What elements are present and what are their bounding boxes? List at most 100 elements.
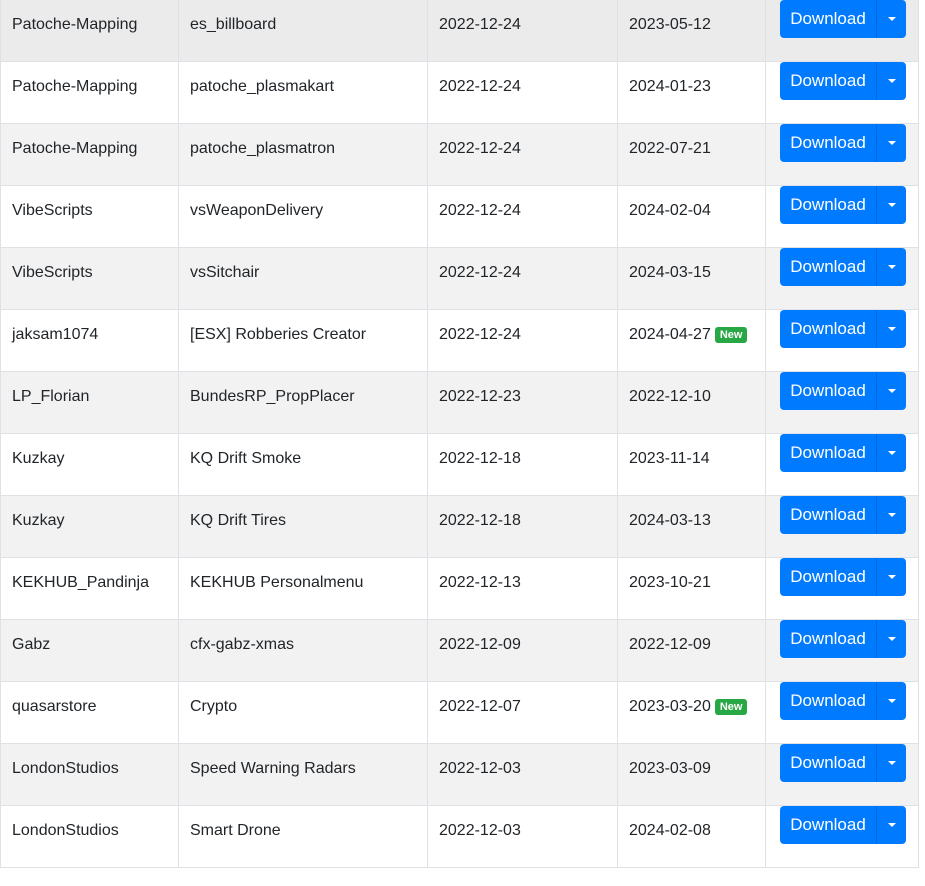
download-dropdown-toggle[interactable]: [876, 496, 906, 534]
author-cell: Patoche-Mapping: [0, 123, 179, 186]
action-cell: Download: [765, 433, 919, 496]
download-dropdown-toggle[interactable]: [876, 0, 906, 38]
download-dropdown-toggle[interactable]: [876, 310, 906, 348]
download-button[interactable]: Download: [780, 186, 876, 224]
download-button-group: Download: [780, 558, 906, 596]
download-button[interactable]: Download: [780, 372, 876, 410]
created-date: 2022-12-24: [439, 140, 521, 157]
updated-date-text: 2023-03-09: [629, 760, 711, 777]
updated-date: 2022-07-21: [618, 124, 765, 159]
created-date: 2022-12-03: [439, 760, 521, 777]
resource-name: cfx-gabz-xmas: [190, 636, 295, 653]
action-cell: Download: [765, 557, 919, 620]
author-name: Kuzkay: [12, 450, 65, 467]
table-row: LP_Florian BundesRP_PropPlacer 2022-12-2…: [0, 371, 919, 434]
download-dropdown-toggle[interactable]: [876, 434, 906, 472]
created-date: 2022-12-18: [439, 450, 521, 467]
author-name: quasarstore: [12, 698, 97, 715]
created-date-cell: 2022-12-23: [427, 371, 618, 434]
table-row: LondonStudios Smart Drone 2022-12-03 202…: [0, 805, 919, 868]
download-button-group: Download: [780, 496, 906, 534]
author-cell: LondonStudios: [0, 743, 179, 806]
author-cell: LP_Florian: [0, 371, 179, 434]
download-button-group: Download: [780, 620, 906, 658]
updated-date-cell: 2023-11-14: [617, 433, 766, 496]
download-button[interactable]: Download: [780, 124, 876, 162]
created-date: 2022-12-13: [439, 574, 521, 591]
table-row: Kuzkay KQ Drift Smoke 2022-12-18 2023-11…: [0, 433, 919, 496]
created-date-cell: 2022-12-24: [427, 0, 618, 62]
resource-name: Smart Drone: [190, 822, 281, 839]
caret-down-icon: [887, 141, 896, 145]
author-cell: Gabz: [0, 619, 179, 682]
download-dropdown-toggle[interactable]: [876, 124, 906, 162]
download-dropdown-toggle[interactable]: [876, 806, 906, 844]
download-button[interactable]: Download: [780, 682, 876, 720]
download-button[interactable]: Download: [780, 62, 876, 100]
resource-cell: KQ Drift Tires: [178, 495, 428, 558]
updated-date-cell: 2024-02-04: [617, 185, 766, 248]
action-cell: Download: [765, 61, 919, 124]
resource-name: es_billboard: [190, 16, 277, 33]
author-name: Kuzkay: [12, 512, 65, 529]
updated-date-text: 2024-02-08: [629, 822, 711, 839]
download-button[interactable]: Download: [780, 496, 876, 534]
updated-date: 2022-12-10: [618, 372, 765, 407]
download-button-group: Download: [780, 248, 906, 286]
updated-date-cell: 2023-10-21: [617, 557, 766, 620]
download-button-group: Download: [780, 0, 906, 38]
author-cell: LondonStudios: [0, 805, 179, 868]
created-date-cell: 2022-12-07: [427, 681, 618, 744]
download-dropdown-toggle[interactable]: [876, 248, 906, 286]
download-button[interactable]: Download: [780, 310, 876, 348]
download-button[interactable]: Download: [780, 248, 876, 286]
updated-date: 2023-11-14: [618, 434, 765, 469]
author-cell: VibeScripts: [0, 247, 179, 310]
created-date-cell: 2022-12-09: [427, 619, 618, 682]
download-button[interactable]: Download: [780, 744, 876, 782]
resource-name: [ESX] Robberies Creator: [190, 326, 367, 343]
download-button[interactable]: Download: [780, 0, 876, 38]
download-button[interactable]: Download: [780, 806, 876, 844]
download-dropdown-toggle[interactable]: [876, 744, 906, 782]
resource-cell: es_billboard: [178, 0, 428, 62]
download-dropdown-toggle[interactable]: [876, 620, 906, 658]
created-date-cell: 2022-12-18: [427, 433, 618, 496]
download-button-group: Download: [780, 310, 906, 348]
download-button[interactable]: Download: [780, 558, 876, 596]
updated-date: 2024-03-15: [618, 248, 765, 283]
updated-date-cell: 2024-03-15: [617, 247, 766, 310]
updated-date: 2024-03-13: [618, 496, 765, 531]
caret-down-icon: [887, 79, 896, 83]
updated-date: 2023-03-20 New: [618, 682, 765, 717]
download-dropdown-toggle[interactable]: [876, 62, 906, 100]
created-date-cell: 2022-12-03: [427, 805, 618, 868]
download-dropdown-toggle[interactable]: [876, 372, 906, 410]
author-cell: Kuzkay: [0, 495, 179, 558]
releases-table-body: Patoche-Mapping es_billboard 2022-12-24 …: [0, 0, 919, 868]
updated-date-text: 2023-03-20: [629, 698, 711, 715]
caret-down-icon: [887, 451, 896, 455]
action-cell: Download: [765, 619, 919, 682]
updated-date-cell: 2022-12-10: [617, 371, 766, 434]
resource-name: Speed Warning Radars: [190, 760, 356, 777]
download-dropdown-toggle[interactable]: [876, 682, 906, 720]
author-name: LondonStudios: [12, 822, 119, 839]
updated-date: 2023-03-09: [618, 744, 765, 779]
caret-down-icon: [887, 575, 896, 579]
updated-date-text: 2023-10-21: [629, 574, 711, 591]
caret-down-icon: [887, 699, 896, 703]
caret-down-icon: [887, 203, 896, 207]
download-button[interactable]: Download: [780, 434, 876, 472]
table-row: Kuzkay KQ Drift Tires 2022-12-18 2024-03…: [0, 495, 919, 558]
download-button-group: Download: [780, 62, 906, 100]
download-button-group: Download: [780, 124, 906, 162]
updated-date: 2024-02-08: [618, 806, 765, 841]
download-button[interactable]: Download: [780, 620, 876, 658]
table-row: LondonStudios Speed Warning Radars 2022-…: [0, 743, 919, 806]
download-dropdown-toggle[interactable]: [876, 186, 906, 224]
action-cell: Download: [765, 805, 919, 868]
download-dropdown-toggle[interactable]: [876, 558, 906, 596]
resource-name: vsWeaponDelivery: [190, 202, 324, 219]
resource-cell: Crypto: [178, 681, 428, 744]
